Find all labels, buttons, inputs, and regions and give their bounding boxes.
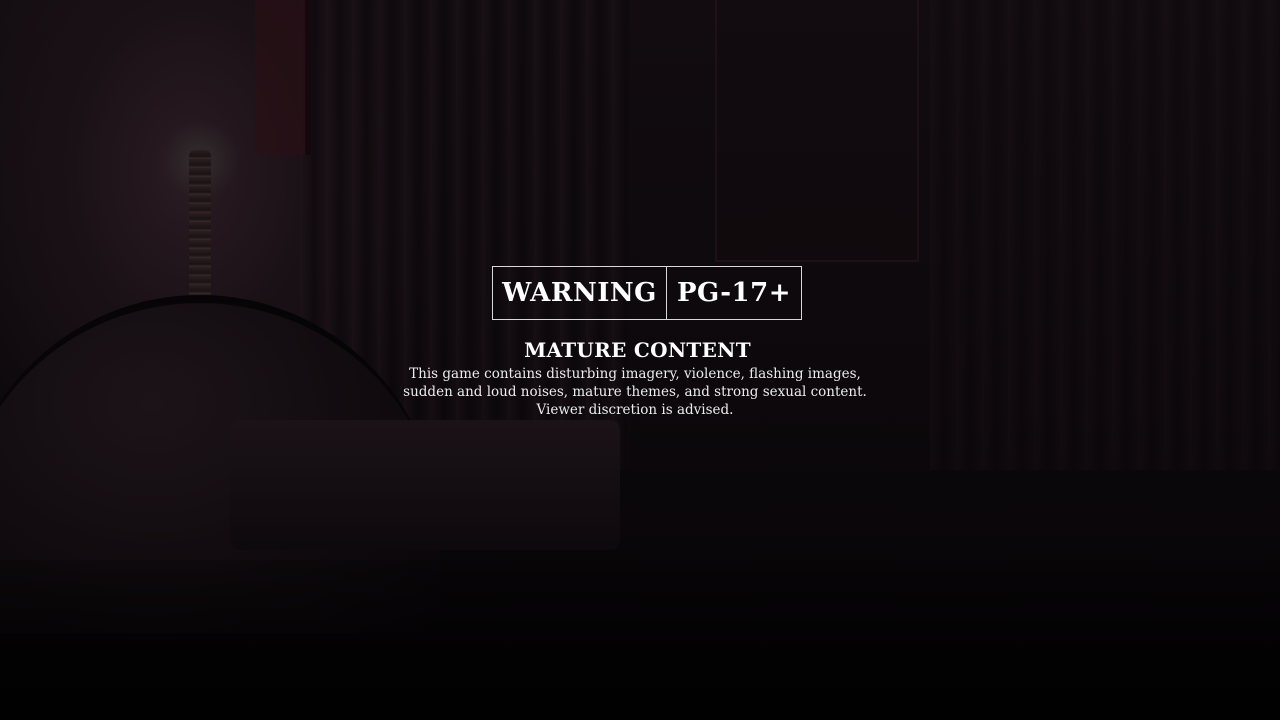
rating-badge: WARNING PG-17+ <box>492 266 802 320</box>
background-sofa-seat <box>230 420 620 550</box>
background-curtain <box>930 0 1280 470</box>
background-lamp <box>189 150 211 305</box>
background-wall-sconce <box>255 0 311 155</box>
description-line: Viewer discretion is advised. <box>536 402 734 418</box>
content-description: This game contains disturbing imagery, v… <box>380 365 890 419</box>
warning-screen: WARNING PG-17+ MATURE CONTENT This game … <box>0 0 1280 720</box>
background-picture-frame <box>715 0 919 262</box>
description-line: sudden and loud noises, mature themes, a… <box>403 384 867 400</box>
background-floor-shade <box>0 560 1280 720</box>
warning-label: WARNING <box>493 267 667 319</box>
description-line: This game contains disturbing imagery, v… <box>409 366 861 382</box>
age-rating: PG-17+ <box>677 278 791 308</box>
content-title: MATURE CONTENT <box>524 338 751 362</box>
